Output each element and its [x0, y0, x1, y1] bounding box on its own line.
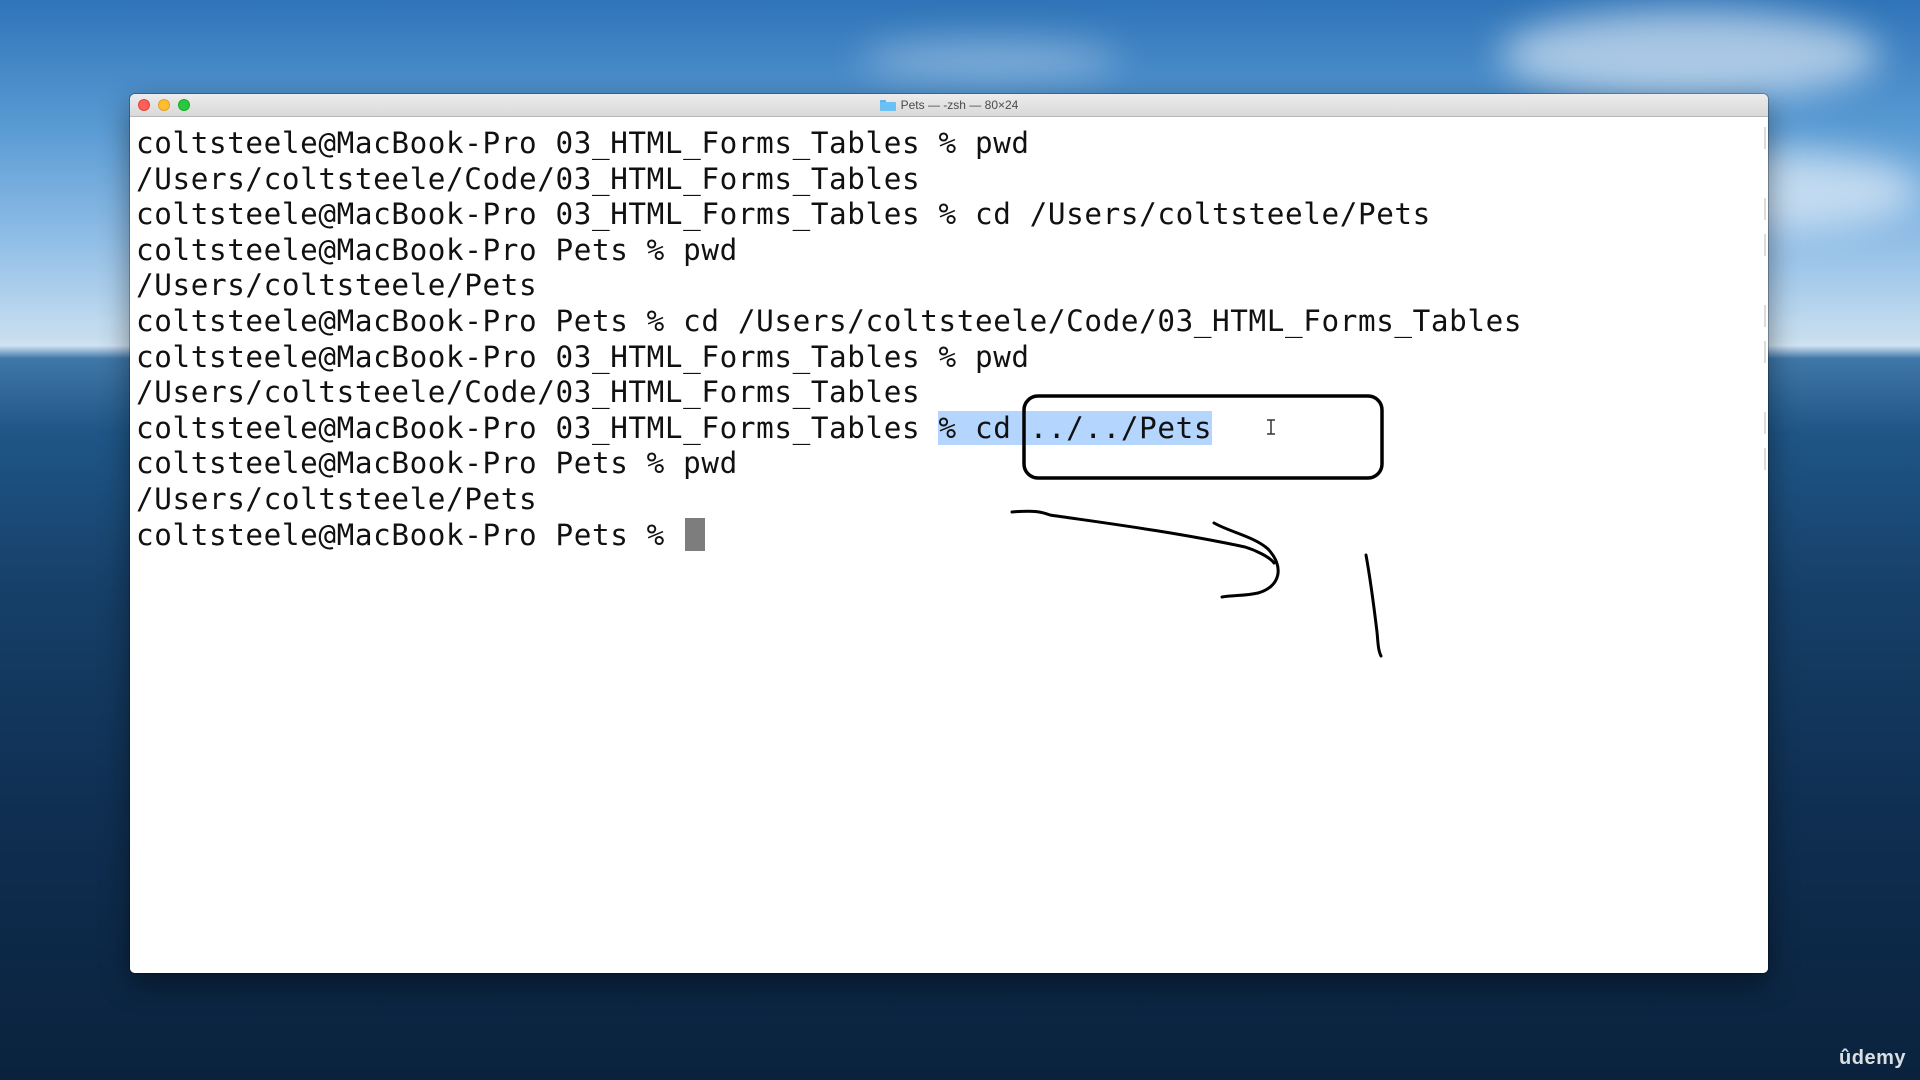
window-title: Pets — -zsh — 80×24 — [900, 98, 1019, 112]
terminal-line: coltsteele@MacBook-Pro 03_HTML_Forms_Tab… — [136, 126, 1030, 160]
terminal-window: Pets — -zsh — 80×24 coltsteele@MacBook-P… — [130, 94, 1768, 973]
terminal-line: /Users/coltsteele/Code/03_HTML_Forms_Tab… — [136, 161, 921, 196]
line-annotation — [1364, 553, 1383, 658]
terminal-line: /Users/coltsteele/Pets — [136, 481, 538, 516]
text-cursor — [685, 517, 706, 551]
sky-cloud — [1500, 10, 1880, 100]
udemy-watermark: ûdemy — [1839, 1047, 1906, 1069]
folder-icon — [879, 99, 896, 111]
window-title-group: Pets — -zsh — 80×24 — [130, 94, 1768, 116]
current-prompt: coltsteele@MacBook-Pro Pets % — [136, 517, 684, 552]
selected-command[interactable]: % cd ../../Pets — [938, 410, 1213, 445]
terminal-line: coltsteele@MacBook-Pro Pets % cd /Users/… — [136, 303, 1523, 338]
terminal-prompt-line[interactable]: coltsteele@MacBook-Pro Pets % — [136, 517, 1768, 554]
desktop: { "window": { "title": "Pets — -zsh — 80… — [0, 0, 1920, 1080]
terminal-line: /Users/coltsteele/Code/03_HTML_Forms_Tab… — [136, 375, 921, 410]
terminal-line: coltsteele@MacBook-Pro 03_HTML_Forms_Tab… — [136, 339, 1030, 374]
terminal-line: coltsteele@MacBook-Pro Pets % pwd — [136, 232, 738, 267]
terminal-line: coltsteele@MacBook-Pro 03_HTML_Forms_Tab… — [136, 197, 1431, 232]
terminal-content[interactable]: coltsteele@MacBook-Pro 03_HTML_Forms_Tab… — [130, 117, 1768, 973]
terminal-line: /Users/coltsteele/Pets — [136, 268, 538, 303]
sky-cloud — [860, 40, 1120, 80]
prompt-text: coltsteele@MacBook-Pro 03_HTML_Forms_Tab… — [136, 410, 939, 445]
title-bar[interactable]: Pets — -zsh — 80×24 — [130, 94, 1768, 117]
line-markers — [1763, 117, 1766, 973]
terminal-line-highlighted: coltsteele@MacBook-Pro 03_HTML_Forms_Tab… — [136, 410, 1768, 447]
terminal-line: coltsteele@MacBook-Pro Pets % pwd — [136, 446, 738, 481]
